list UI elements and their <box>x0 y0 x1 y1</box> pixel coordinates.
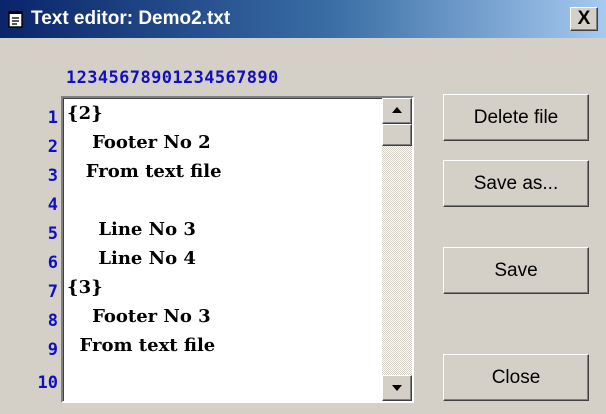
notepad-icon <box>8 10 24 28</box>
text-line: {2} <box>67 103 103 124</box>
save-as-button[interactable]: Save as... <box>443 160 589 207</box>
text-line: Footer No 3 <box>67 306 211 327</box>
line-number: 10 <box>37 373 58 393</box>
text-line: From text file <box>67 335 216 356</box>
text-edit-area[interactable]: {2} Footer No 2 From text file Line No 3… <box>61 96 414 403</box>
close-icon: X <box>577 8 591 29</box>
text-line <box>67 186 377 215</box>
close-window-button[interactable]: X <box>570 7 598 31</box>
line-number: 4 <box>47 195 58 215</box>
delete-file-button[interactable]: Delete file <box>443 94 589 141</box>
arrow-down-icon <box>392 385 402 391</box>
line-number: 3 <box>47 166 58 186</box>
scroll-up-button[interactable] <box>382 98 412 124</box>
scroll-thumb[interactable] <box>382 124 412 146</box>
line-number: 8 <box>47 311 58 331</box>
text-line: Line No 4 <box>67 248 196 269</box>
scroll-down-button[interactable] <box>382 375 412 401</box>
line-number: 1 <box>47 108 58 128</box>
line-number: 2 <box>47 137 58 157</box>
save-button[interactable]: Save <box>443 247 589 294</box>
line-number: 9 <box>47 340 58 360</box>
text-content[interactable]: {2} Footer No 2 From text file Line No 3… <box>67 98 377 401</box>
line-number: 6 <box>47 253 58 273</box>
line-number: 7 <box>47 282 58 302</box>
title-bar[interactable]: Text editor: Demo2.txt X <box>0 0 606 38</box>
window-title: Text editor: Demo2.txt <box>31 8 231 29</box>
text-line: {3} <box>67 277 103 298</box>
text-line: Line No 3 <box>67 219 196 240</box>
line-number: 5 <box>47 224 58 244</box>
vertical-scrollbar[interactable] <box>382 98 412 401</box>
column-ruler: 12345678901234567890 <box>66 68 279 88</box>
text-line: Footer No 2 <box>67 132 211 153</box>
text-editor-window: Text editor: Demo2.txt X 123456789012345… <box>0 0 606 414</box>
close-button[interactable]: Close <box>443 354 589 401</box>
arrow-up-icon <box>392 107 402 113</box>
text-line: From text file <box>67 161 222 182</box>
